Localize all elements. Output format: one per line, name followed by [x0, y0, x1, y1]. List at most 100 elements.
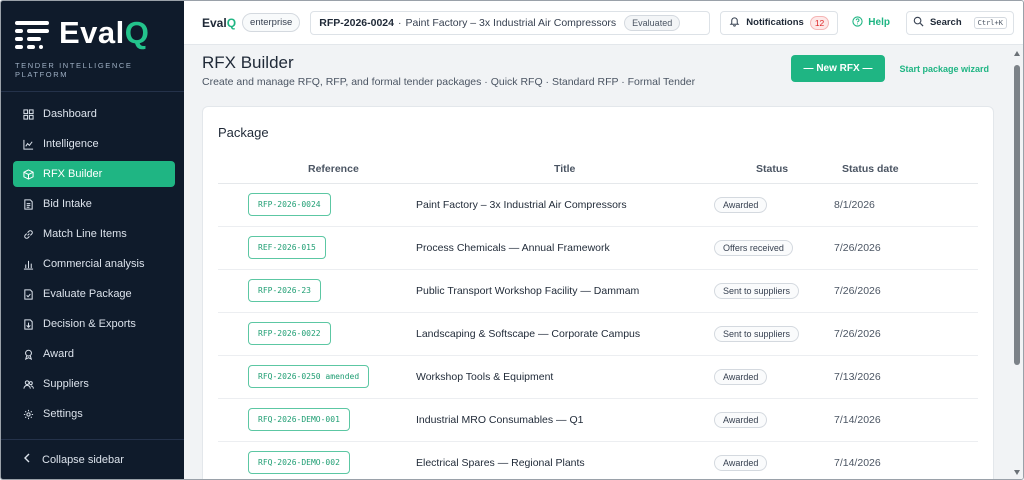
sidebar-item-bid-intake[interactable]: Bid Intake: [13, 191, 175, 217]
reference-link[interactable]: RFQ-2026-DEMO-001: [248, 408, 350, 431]
notifications-count-badge: 12: [809, 15, 830, 30]
table-row[interactable]: RFP-2026-0022 Landscaping & Softscape — C…: [218, 312, 978, 356]
cell-status: Awarded: [714, 183, 830, 227]
cell-title: Landscaping & Softscape — Corporate Camp…: [416, 312, 714, 356]
reference-link[interactable]: RFQ-2026-0250 amended: [248, 365, 370, 388]
search-icon: [913, 16, 924, 30]
cell-status: Awarded: [714, 355, 830, 399]
cell-reference: RFP-2026-0022: [218, 312, 416, 356]
users-icon: [23, 379, 34, 390]
search-shortcut: Ctrl+K: [973, 16, 1007, 29]
status-badge: Sent to suppliers: [714, 282, 800, 299]
column-header-title[interactable]: Title: [416, 155, 714, 184]
table-row[interactable]: RFQ-2026-DEMO-002 Electrical Spares — Reg…: [218, 441, 978, 479]
help-circle-icon: [852, 15, 863, 30]
context-ref: RFP-2026-0024: [319, 16, 394, 29]
notifications-label: Notifications: [746, 17, 804, 28]
start-package-wizard-link[interactable]: Start package wizard: [899, 64, 989, 74]
sidebar-item-label: Match Line Items: [43, 228, 127, 240]
logo: EvalQ: [15, 17, 184, 49]
cell-title: Paint Factory – 3x Industrial Air Compre…: [416, 183, 714, 227]
search-button[interactable]: Search Ctrl+K: [905, 10, 1014, 35]
sidebar-item-intelligence[interactable]: Intelligence: [13, 131, 175, 157]
cell-status-date: 7/14/2026: [830, 398, 978, 442]
column-header-reference[interactable]: Reference: [218, 155, 416, 184]
table-header-row: Reference Title Status Status date: [218, 155, 978, 184]
table-row[interactable]: RFQ-2026-0250 amended Workshop Tools & Eq…: [218, 355, 978, 399]
cell-reference: RFP-2026-0024: [218, 183, 416, 227]
chevron-left-icon: [23, 453, 31, 466]
cell-status: Awarded: [714, 441, 830, 479]
cell-reference: RFQ-2026-DEMO-001: [218, 398, 416, 442]
app-name: EvalQ: [202, 15, 237, 30]
bar-chart-icon: [23, 259, 34, 270]
cell-status-date: 7/26/2026: [830, 312, 978, 356]
reference-link[interactable]: REF-2026-015: [248, 236, 326, 259]
logo-text: EvalQ: [59, 15, 150, 50]
sidebar-item-match-line-items[interactable]: Match Line Items: [13, 221, 175, 247]
reference-link[interactable]: RFP-2026-0024: [248, 193, 331, 216]
cell-title: Workshop Tools & Equipment: [416, 355, 714, 399]
reference-link[interactable]: RFQ-2026-DEMO-002: [248, 451, 350, 474]
sidebar-item-settings[interactable]: Settings: [13, 401, 175, 427]
collapse-sidebar-label: Collapse sidebar: [42, 453, 124, 466]
sidebar-item-label: Suppliers: [43, 378, 89, 390]
notifications-button[interactable]: Notifications 12: [720, 10, 839, 35]
cell-status: Sent to suppliers: [714, 269, 830, 313]
cell-status-date: 7/26/2026: [830, 269, 978, 313]
column-header-status[interactable]: Status: [714, 155, 830, 184]
chart-line-icon: [23, 139, 34, 150]
package-context-selector[interactable]: RFP-2026-0024 · Paint Factory – 3x Indus…: [310, 10, 711, 35]
tagline: TENDER INTELLIGENCE PLATFORM: [15, 61, 133, 79]
scroll-up-arrow-icon[interactable]: [1014, 51, 1020, 56]
collapse-sidebar-button[interactable]: Collapse sidebar: [1, 439, 184, 479]
sidebar-item-decision-and-exports[interactable]: Decision & Exports: [13, 311, 175, 337]
status-badge: Offers received: [714, 239, 793, 256]
cell-reference: RFQ-2026-0250 amended: [218, 355, 416, 399]
table-row[interactable]: RFP-2026-23 Public Transport Workshop Fac…: [218, 269, 978, 313]
table-row[interactable]: REF-2026-015 Process Chemicals — Annual F…: [218, 226, 978, 270]
help-button[interactable]: Help: [852, 15, 890, 30]
column-header-status-date[interactable]: Status date: [830, 155, 978, 184]
search-label: Search: [929, 17, 962, 28]
sidebar-item-dashboard[interactable]: Dashboard: [13, 101, 175, 127]
document-icon: [23, 198, 34, 210]
cell-status-date: 7/26/2026: [830, 226, 978, 270]
sidebar-item-evaluate-package[interactable]: Evaluate Package: [13, 281, 175, 307]
cell-reference: RFQ-2026-DEMO-002: [218, 441, 416, 479]
main-area: EvalQ enterprise RFP-2026-0024 · Paint F…: [184, 1, 1023, 479]
help-label: Help: [868, 17, 890, 28]
status-badge: Awarded: [714, 454, 768, 471]
scroll-thumb[interactable]: [1014, 65, 1020, 365]
sidebar-item-label: Intelligence: [43, 138, 99, 150]
sidebar-item-label: Award: [43, 348, 74, 360]
context-status-badge: Evaluated: [624, 14, 681, 31]
cell-title: Industrial MRO Consumables — Q1: [416, 398, 714, 442]
cell-reference: RFP-2026-23: [218, 269, 416, 313]
sidebar-item-label: Bid Intake: [43, 198, 92, 210]
table-row[interactable]: RFQ-2026-DEMO-001 Industrial MRO Consumab…: [218, 398, 978, 442]
table-row[interactable]: RFP-2026-0024 Paint Factory – 3x Industri…: [218, 183, 978, 227]
sidebar-item-award[interactable]: Award: [13, 341, 175, 367]
cell-status-date: 7/14/2026: [830, 441, 978, 479]
package-table: Reference Title Status Status date RFP-2…: [218, 155, 978, 479]
link-icon: [23, 229, 34, 240]
status-badge: Awarded: [714, 411, 768, 428]
cell-title: Public Transport Workshop Facility — Dam…: [416, 269, 714, 313]
sidebar-item-commercial-analysis[interactable]: Commercial analysis: [13, 251, 175, 277]
status-badge: Awarded: [714, 196, 768, 213]
sidebar-item-label: Settings: [43, 408, 83, 420]
page-header: RFX Builder Create and manage RFQ, RFP, …: [202, 53, 993, 88]
sidebar-item-rfx-builder[interactable]: RFX Builder: [13, 161, 175, 187]
new-rfx-button[interactable]: — New RFX —: [791, 55, 885, 82]
reference-link[interactable]: RFP-2026-0022: [248, 322, 331, 345]
reference-link[interactable]: RFP-2026-23: [248, 279, 321, 302]
app-window: EvalQ TENDER INTELLIGENCE PLATFORM Dashb…: [0, 0, 1024, 480]
cell-status: Sent to suppliers: [714, 312, 830, 356]
bell-icon: [729, 16, 740, 30]
cell-title: Process Chemicals — Annual Framework: [416, 226, 714, 270]
context-title: Paint Factory – 3x Industrial Air Compre…: [405, 16, 617, 29]
vertical-scrollbar[interactable]: [1011, 45, 1023, 479]
sidebar-item-suppliers[interactable]: Suppliers: [13, 371, 175, 397]
scroll-down-arrow-icon[interactable]: [1014, 470, 1020, 475]
